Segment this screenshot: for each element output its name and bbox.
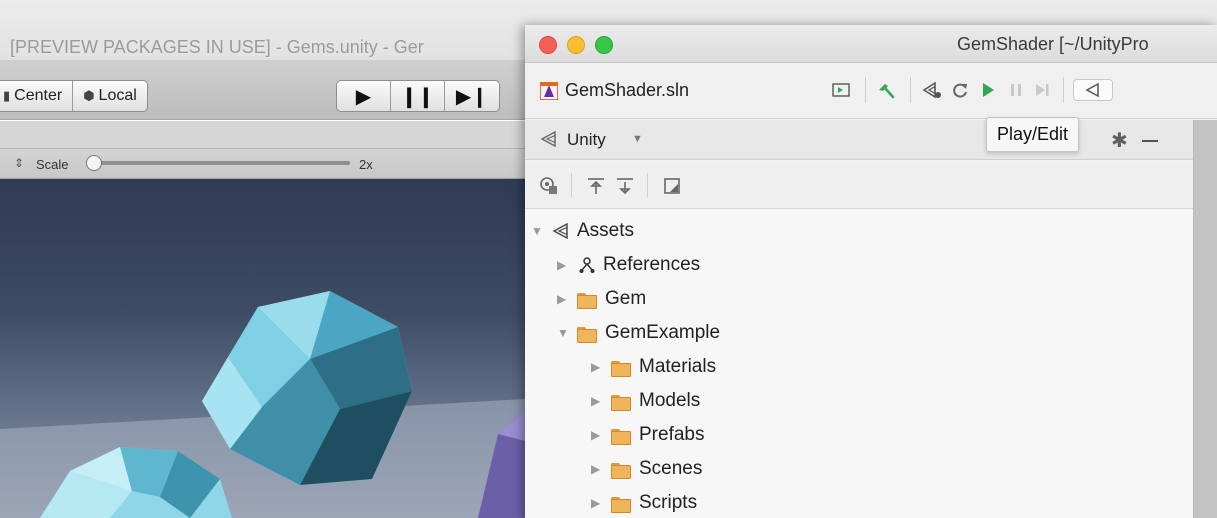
locate-file-icon[interactable]: [538, 175, 560, 197]
toolbar-separator: [1063, 77, 1064, 103]
references-icon: [577, 256, 597, 274]
expanded-arrow-icon[interactable]: ▼: [557, 326, 577, 340]
tree-node-references[interactable]: ▶ References: [557, 248, 700, 282]
folder-icon: [577, 291, 597, 309]
tree-node-label: Models: [639, 390, 701, 411]
rider-ide-window: GemShader [~/UnityPro GemShader.sln Play…: [525, 25, 1217, 518]
rider-window-title: GemShader [~/UnityPro: [957, 34, 1149, 54]
run-configuration-icon[interactable]: [830, 79, 852, 101]
folder-icon: [611, 461, 631, 479]
solution-icon: [540, 82, 558, 100]
folder-icon: [577, 325, 597, 343]
refresh-icon[interactable]: [949, 79, 971, 101]
solution-name[interactable]: GemShader.sln: [565, 80, 689, 101]
pivot-local-button[interactable]: ⬢ Local: [73, 81, 147, 111]
tree-node-label: Prefabs: [639, 424, 705, 445]
folder-icon: [611, 427, 631, 445]
tree-node-assets[interactable]: ▼ Assets: [531, 214, 634, 248]
tree-node-prefabs[interactable]: ▶ Prefabs: [591, 418, 704, 452]
show-hidden-files-icon[interactable]: [661, 175, 683, 197]
scale-value: 2x: [359, 157, 373, 172]
unity-window-title: [PREVIEW PACKAGES IN USE] - Gems.unity -…: [10, 37, 424, 57]
step-icon: ▶❙: [455, 85, 489, 108]
step-disabled-icon[interactable]: [1031, 79, 1053, 101]
pause-icon: ❙❙: [400, 85, 435, 108]
tree-node-label: Materials: [639, 356, 717, 377]
play-icon: ▶: [355, 85, 372, 108]
pivot-local-label: Local: [98, 87, 137, 104]
pivot-center-button[interactable]: ▮ Center: [0, 81, 74, 111]
folder-icon: [611, 359, 631, 377]
rider-title-bar: GemShader [~/UnityPro: [525, 25, 1217, 63]
play-edit-tooltip: Play/Edit: [986, 117, 1080, 152]
playmode-button-group: ▶ ❙❙ ▶❙: [336, 80, 500, 112]
unity-pause-button[interactable]: ❙❙: [391, 81, 445, 111]
collapsed-arrow-icon[interactable]: ▶: [591, 360, 611, 374]
tree-node-label: Assets: [577, 220, 635, 241]
unity-attach-icon[interactable]: [921, 79, 943, 101]
collapsed-arrow-icon[interactable]: ▶: [557, 258, 577, 272]
scene-view-toolbar: ⇕ Scale 2x: [0, 149, 525, 179]
hide-panel-icon[interactable]: [1142, 140, 1158, 142]
unity-toolbar: ▮ Center ⬢ Local ▶ ❙❙ ▶❙: [0, 60, 600, 120]
gear-icon[interactable]: ✱: [1111, 128, 1128, 153]
unity-target-selector[interactable]: [1073, 79, 1113, 101]
pivot-center-label: Center: [14, 87, 63, 104]
toolbar-separator: [647, 173, 648, 197]
unity-play-button[interactable]: ▶: [337, 81, 391, 111]
window-close-button[interactable]: [539, 36, 557, 54]
scale-label: Scale: [36, 157, 69, 172]
window-zoom-button[interactable]: [595, 36, 613, 54]
tree-node-materials[interactable]: ▶ Materials: [591, 350, 716, 384]
scale-slider-thumb[interactable]: [86, 155, 102, 171]
unity-explorer-header: Unity ▼ ✱: [525, 120, 1193, 160]
chevron-down-icon[interactable]: ▼: [632, 133, 643, 145]
build-hammer-icon[interactable]: [875, 79, 897, 101]
scene-view-viewport[interactable]: [0, 179, 525, 518]
collapsed-arrow-icon[interactable]: ▶: [591, 462, 611, 476]
scale-updown-icon[interactable]: ⇕: [14, 156, 24, 170]
folder-icon: [611, 393, 631, 411]
tree-node-gemexample[interactable]: ▼ GemExample: [557, 316, 720, 350]
toolbar-separator: [910, 77, 911, 103]
pivot-button-group: ▮ Center ⬢ Local: [0, 80, 148, 112]
window-minimize-button[interactable]: [567, 36, 585, 54]
collapse-all-icon[interactable]: [585, 175, 607, 197]
expanded-arrow-icon[interactable]: ▼: [531, 224, 551, 238]
play-edit-button[interactable]: [977, 79, 999, 101]
toolbar-separator: [571, 173, 572, 197]
tree-node-label: Scenes: [639, 458, 703, 479]
assets-tree: ▼ Assets ▶ References ▶ Gem ▼ GemExample: [525, 210, 1193, 518]
tree-node-models[interactable]: ▶ Models: [591, 384, 700, 418]
explorer-view-selector[interactable]: Unity: [567, 130, 606, 150]
unity-step-button[interactable]: ▶❙: [445, 81, 499, 111]
local-cube-icon: ⬢: [83, 88, 95, 103]
expand-all-icon[interactable]: [614, 175, 636, 197]
gems-render: [0, 291, 525, 518]
unity-tab-strip: [0, 121, 525, 149]
tree-node-gem[interactable]: ▶ Gem: [557, 282, 646, 316]
collapsed-arrow-icon[interactable]: ▶: [591, 428, 611, 442]
folder-icon: [611, 495, 631, 513]
pivot-center-icon: ▮: [3, 88, 11, 103]
collapsed-arrow-icon[interactable]: ▶: [557, 292, 577, 306]
toolbar-separator: [865, 77, 866, 103]
tree-node-scripts[interactable]: ▶ Scripts: [591, 486, 697, 518]
unity-logo-icon: [551, 223, 571, 239]
tree-node-label: GemExample: [605, 322, 721, 343]
tree-node-scenes[interactable]: ▶ Scenes: [591, 452, 702, 486]
tree-node-label: Gem: [605, 288, 647, 309]
unity-logo-icon: [540, 130, 558, 152]
rider-toolbar: GemShader.sln: [525, 63, 1217, 119]
collapsed-arrow-icon[interactable]: ▶: [591, 496, 611, 510]
tree-node-label: References: [603, 254, 701, 275]
pause-disabled-icon[interactable]: [1005, 79, 1027, 101]
explorer-toolbar: [525, 161, 1193, 209]
explorer-scrollbar[interactable]: [1193, 120, 1217, 518]
scale-slider[interactable]: [86, 155, 350, 171]
collapsed-arrow-icon[interactable]: ▶: [591, 394, 611, 408]
tree-node-label: Scripts: [639, 492, 698, 513]
